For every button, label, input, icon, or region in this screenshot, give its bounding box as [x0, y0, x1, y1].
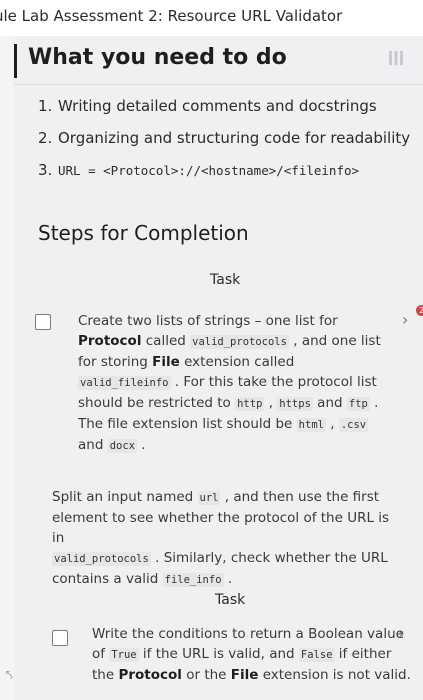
list-item: 2. Organizing and structuring code for re…	[38, 129, 411, 147]
task-description: Create two lists of strings – one list f…	[78, 313, 381, 453]
window-title: ule Lab Assessment 2: Resource URL Valid…	[0, 7, 343, 25]
url-format: <Protocol>://<hostname>/<fileinfo>	[103, 163, 360, 178]
expand-chevron-icon[interactable]: ›	[402, 310, 408, 329]
steps-heading: Steps for Completion	[38, 221, 249, 245]
task-checkbox[interactable]	[35, 314, 51, 330]
list-item: 3. URL = <Protocol>://<hostname>/<fileinf…	[38, 161, 360, 179]
task-checkbox[interactable]	[52, 630, 68, 646]
split-url-description: Split an input named url , and then use …	[52, 489, 390, 587]
task-label: Task	[215, 592, 246, 608]
header-divider	[14, 84, 423, 85]
collapse-icon[interactable]: ⤣	[6, 668, 13, 683]
title-accent-bar	[14, 44, 17, 78]
list-item: 1. Writing detailed comments and docstrin…	[38, 97, 377, 115]
top-bar: ule Lab Assessment 2: Resource URL Valid…	[0, 0, 423, 36]
page-title: What you need to do	[28, 45, 287, 70]
grid-icon[interactable]	[388, 50, 404, 66]
expand-chevron-icon[interactable]: ›	[398, 624, 404, 643]
requirements-list: 1. Writing detailed comments and docstrin…	[38, 96, 410, 192]
notification-badge: 2	[416, 305, 423, 316]
task-description: Write the conditions to return a Boolean…	[92, 626, 411, 683]
task-label: Task	[210, 272, 241, 288]
